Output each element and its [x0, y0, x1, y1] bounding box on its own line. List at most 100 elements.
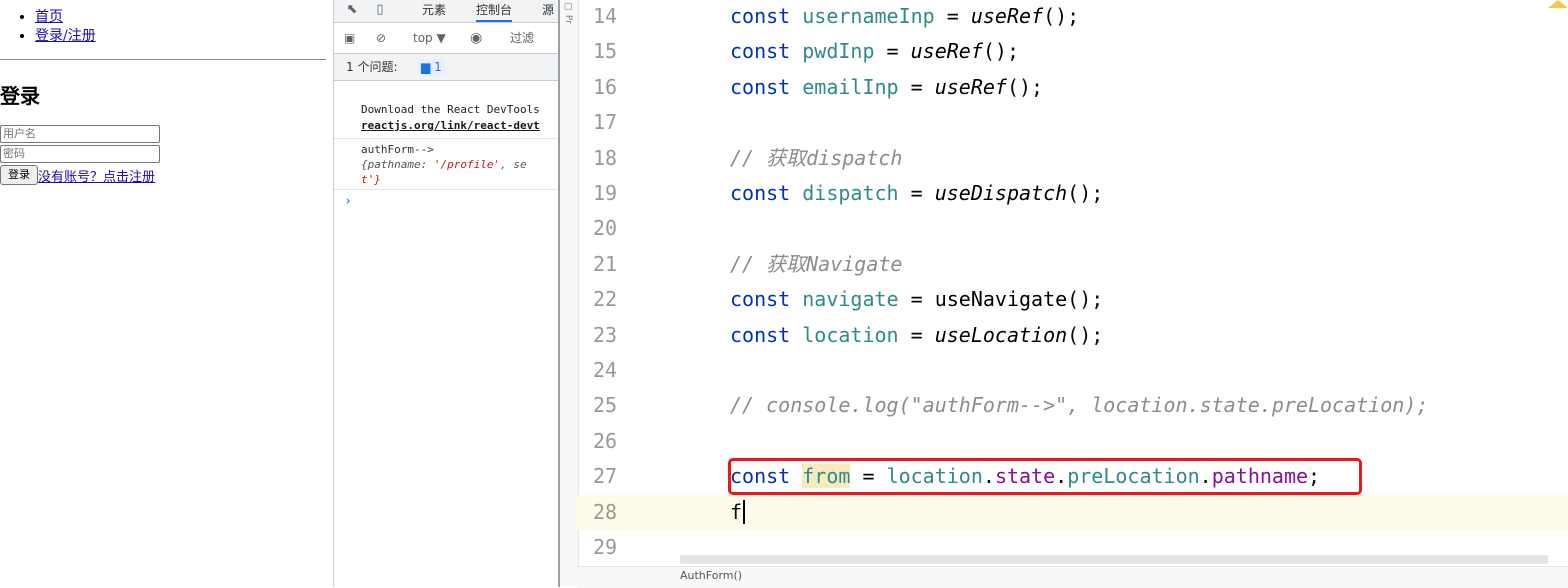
- nav-item-home: 首页: [35, 8, 96, 27]
- code-comment: // console.log("authForm-->", location.s…: [730, 393, 1429, 418]
- horizontal-scrollbar[interactable]: [680, 555, 1548, 564]
- text-caret: [743, 499, 746, 524]
- console-link[interactable]: reactjs.org/link/react-devt: [361, 119, 557, 132]
- keyword: const: [730, 4, 791, 28]
- code-line[interactable]: 19 const dispatch = useDispatch();: [577, 176, 1568, 211]
- console-divider: [334, 138, 558, 139]
- line-number: 21: [593, 251, 618, 276]
- page-heading: 登录: [0, 84, 40, 108]
- function-call: useNavigate: [934, 287, 1068, 312]
- login-button[interactable]: 登录: [0, 165, 38, 185]
- log-object-string: '/profile': [433, 158, 501, 171]
- line-number: 14: [593, 4, 618, 28]
- device-toggle-icon[interactable]: ▯: [372, 2, 388, 18]
- keyword: const: [730, 181, 791, 205]
- keyword: const: [730, 322, 791, 347]
- punctuation: ();: [1067, 181, 1104, 205]
- issues-count: 1: [434, 60, 442, 74]
- warning-icon[interactable]: [1548, 0, 1568, 8]
- line-number: 19: [593, 181, 618, 205]
- current-code-line[interactable]: 28 f: [577, 494, 1568, 530]
- punctuation: ();: [1067, 287, 1104, 312]
- password-input[interactable]: 密码: [0, 145, 160, 163]
- punctuation: ();: [1067, 322, 1104, 347]
- nav-link-home[interactable]: 首页: [35, 9, 63, 25]
- code-line[interactable]: 21 // 获取Navigate: [577, 247, 1568, 282]
- issues-badge[interactable]: ▆ 1: [418, 59, 445, 75]
- code-line[interactable]: 15 const pwdInp = useRef();: [577, 34, 1568, 69]
- line-number: 27: [593, 464, 618, 489]
- tab-elements[interactable]: 元素: [422, 2, 446, 18]
- log-object-line2: t'}: [361, 173, 381, 186]
- context-select[interactable]: top ▼: [413, 30, 446, 46]
- code-line[interactable]: 18 // 获取dispatch: [577, 141, 1568, 176]
- line-number: 18: [593, 145, 618, 170]
- code-line[interactable]: 16 const emailInp = useRef();: [577, 70, 1568, 105]
- line-number: 20: [593, 216, 618, 241]
- code-comment: // 获取dispatch: [730, 145, 903, 170]
- code-line[interactable]: 25 // console.log("authForm-->", locatio…: [577, 388, 1568, 423]
- breadcrumb[interactable]: AuthForm(): [680, 569, 742, 582]
- line-number: 29: [593, 535, 618, 559]
- tab-console[interactable]: 控制台: [476, 2, 513, 22]
- function-call: useDispatch: [934, 181, 1068, 205]
- log-label: authForm-->: [361, 143, 434, 156]
- operator: =: [898, 322, 935, 347]
- console-toolbar: ▣ ⊘ top ▼ ◉ 过滤: [334, 23, 558, 54]
- inspect-cursor-icon[interactable]: ⬉: [344, 2, 360, 18]
- log-object-prefix: {pathname:: [361, 158, 434, 171]
- console-prompt[interactable]: ›: [344, 194, 352, 209]
- tab-sources[interactable]: 源: [542, 2, 554, 18]
- operator: =: [898, 181, 935, 205]
- operator: =: [874, 39, 911, 64]
- code-line[interactable]: 20: [577, 211, 1568, 246]
- punctuation: ();: [1043, 4, 1080, 28]
- code-line[interactable]: 22 const navigate = useNavigate();: [577, 282, 1568, 317]
- editor-breadcrumb-bar: AuthForm(): [578, 566, 1568, 588]
- identifier: pwdInp: [802, 39, 875, 64]
- username-input[interactable]: 用户名: [0, 125, 160, 143]
- line-number: 25: [593, 393, 618, 418]
- keyword: const: [730, 287, 791, 312]
- nav-list: 首页 登录/注册: [0, 8, 96, 46]
- console-message: Download the React DevTools: [361, 103, 540, 116]
- operator: =: [934, 4, 971, 28]
- keyword: const: [730, 74, 791, 99]
- punctuation: ();: [1006, 74, 1044, 99]
- sidebar-toggle-icon[interactable]: ▣: [344, 30, 355, 46]
- punctuation: ();: [982, 39, 1020, 64]
- code-line[interactable]: 14 const usernameInp = useRef();: [577, 0, 1568, 34]
- log-object-cont: t'}: [361, 173, 557, 186]
- line-number: 22: [593, 287, 618, 312]
- code-line[interactable]: 17: [577, 105, 1568, 140]
- function-call: useRef: [934, 74, 1007, 99]
- keyword: const: [730, 39, 791, 64]
- function-call: useLocation: [934, 322, 1068, 347]
- line-number: 26: [593, 428, 618, 453]
- code-line[interactable]: 23 const location = useLocation();: [577, 318, 1568, 353]
- line-number: 24: [593, 358, 618, 382]
- annotation-highlight-box: [728, 458, 1362, 495]
- filter-input[interactable]: 过滤: [510, 30, 534, 46]
- line-number: 23: [593, 322, 618, 347]
- log-object-suffix: , se: [500, 158, 527, 171]
- function-call: useRef: [970, 4, 1044, 28]
- code-comment: // 获取Navigate: [730, 251, 903, 276]
- identifier: navigate: [802, 287, 899, 312]
- code-line[interactable]: 24: [577, 353, 1568, 388]
- devtools-tabbar: ⬉ ▯ 元素 控制台 源: [334, 0, 558, 23]
- register-link[interactable]: 没有账号？点击注册: [38, 166, 155, 185]
- console-divider: [334, 189, 558, 190]
- line-number: 15: [593, 39, 618, 64]
- nav-link-auth[interactable]: 登录/注册: [35, 28, 96, 44]
- divider: [0, 59, 326, 60]
- clear-console-icon[interactable]: ⊘: [376, 30, 386, 46]
- identifier: location: [802, 322, 899, 347]
- eye-icon[interactable]: ◉: [470, 30, 482, 46]
- devtools-panel: ⬉ ▯ 元素 控制台 源 ▣ ⊘ top ▼ ◉ 过滤 1 个问题: ▆ 1 D…: [333, 0, 558, 587]
- line-number: 17: [593, 110, 618, 135]
- identifier: usernameInp: [802, 4, 935, 28]
- log-object[interactable]: ▸ {pathname: '/profile', se: [361, 158, 557, 171]
- code-line[interactable]: 26: [577, 424, 1568, 459]
- web-page: 首页 登录/注册 登录 用户名 密码 登录 没有账号？点击注册: [0, 0, 333, 587]
